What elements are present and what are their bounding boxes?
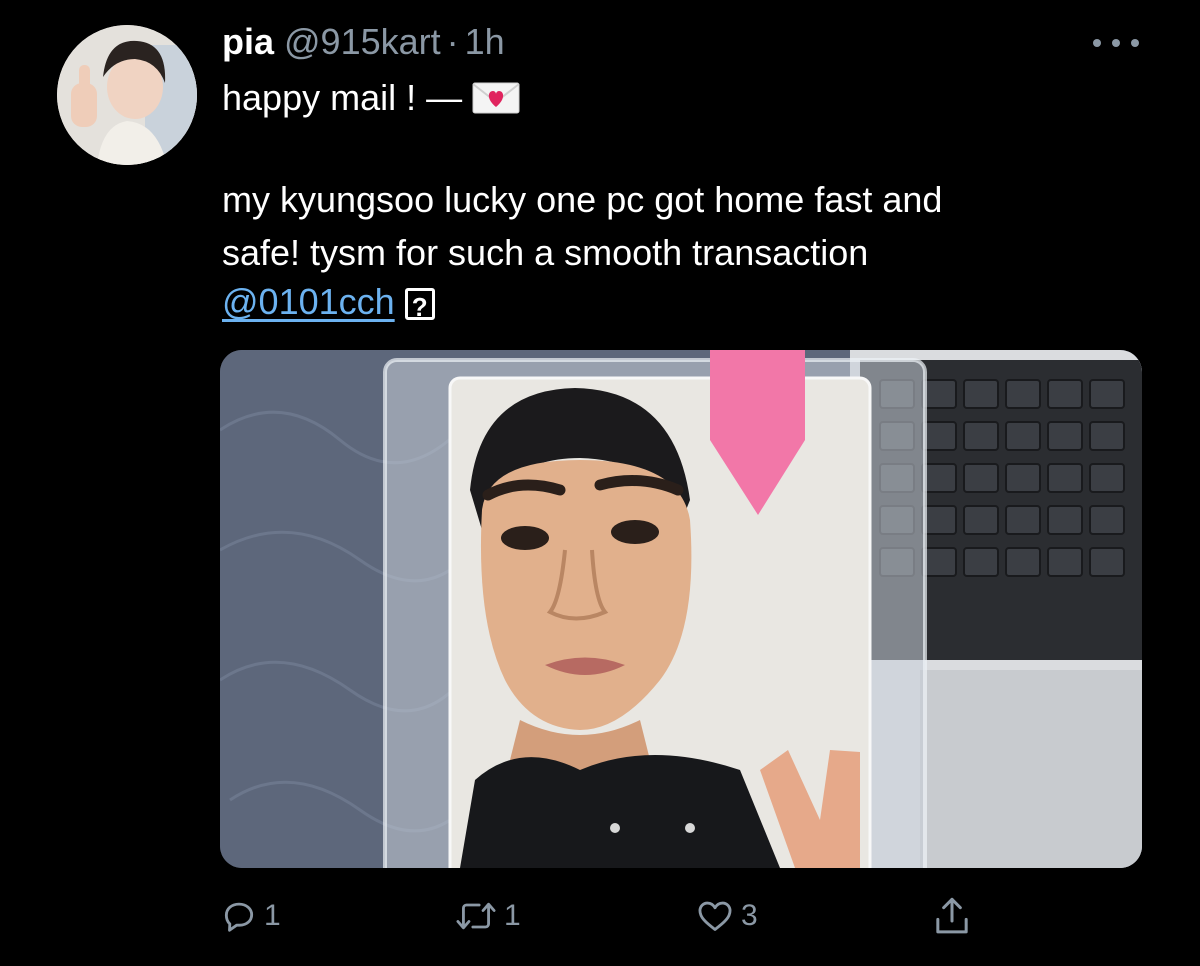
like-button[interactable]: 3	[695, 892, 758, 940]
author-name[interactable]: pia	[222, 21, 274, 62]
avatar[interactable]	[57, 25, 197, 165]
tweet-photo[interactable]	[220, 350, 1142, 868]
reply-count: 1	[264, 899, 281, 932]
tweet-text-line: @0101cch?	[222, 280, 435, 324]
heart-icon	[698, 901, 732, 931]
like-count: 3	[741, 899, 758, 932]
more-options-icon[interactable]	[1093, 36, 1139, 50]
reply-icon	[224, 902, 254, 932]
author-handle[interactable]: @915kart	[284, 21, 441, 62]
separator: ·	[446, 21, 459, 62]
share-icon	[936, 897, 968, 934]
tweet: pia @915kart · 1h happy mail ! — my kyungso…	[0, 0, 1200, 966]
tweet-header: pia @915kart · 1h	[222, 22, 505, 62]
timestamp[interactable]: 1h	[465, 21, 505, 62]
unknown-glyph-icon: ?	[404, 288, 435, 322]
tweet-text: safe! tysm for such a smooth transaction	[222, 232, 869, 273]
tweet-text: happy mail ! —	[222, 77, 463, 118]
retweet-count: 1	[504, 899, 521, 932]
reply-button[interactable]: 1	[220, 892, 281, 940]
retweet-button[interactable]: 1	[454, 892, 521, 940]
share-button[interactable]	[932, 892, 972, 940]
tweet-actions: 1 1 3	[220, 892, 1000, 940]
tweet-text-line: happy mail ! —	[222, 76, 520, 120]
retweet-icon	[456, 902, 496, 930]
mention-link[interactable]: @0101cch	[222, 281, 395, 322]
love-letter-icon	[472, 80, 520, 114]
tweet-text: my kyungsoo lucky one pc got home fast a…	[222, 179, 943, 220]
